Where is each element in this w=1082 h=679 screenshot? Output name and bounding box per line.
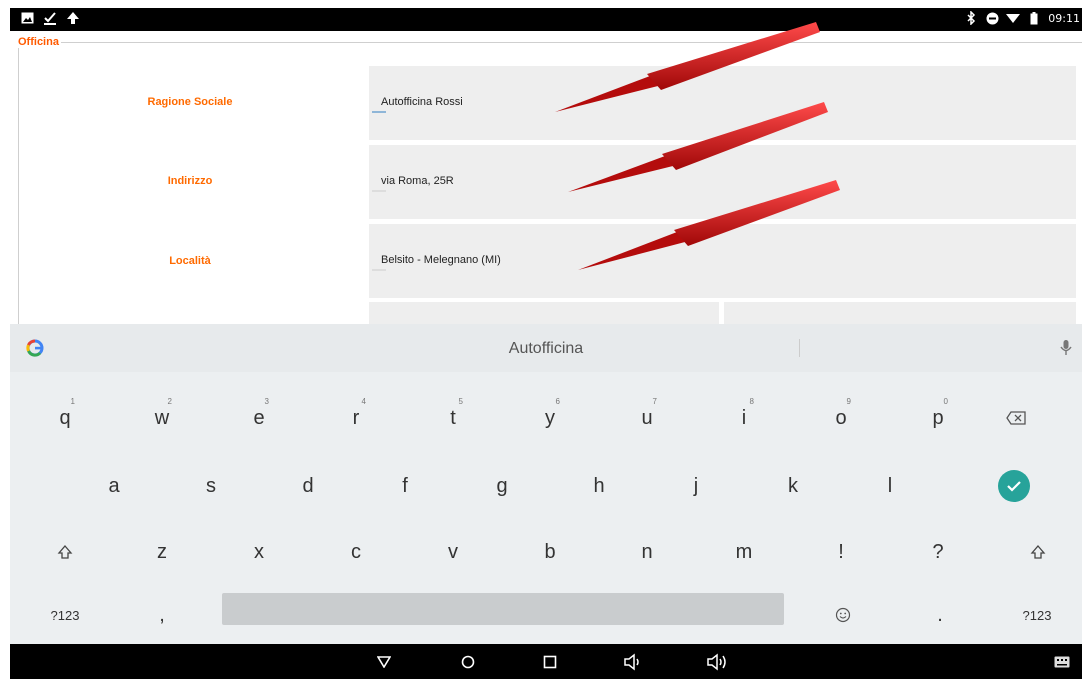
key-s[interactable]: s [163,457,259,515]
home-icon[interactable] [456,651,480,673]
period-key[interactable]: . [892,586,988,644]
key-exclamation[interactable]: ! [793,523,889,581]
key-f[interactable]: f [357,457,453,515]
key-b[interactable]: b [502,523,598,581]
arrow-icon [568,102,828,192]
backspace-icon [1006,411,1026,425]
key-label: i [741,406,747,429]
annotation-arrows [555,22,840,270]
key-label: e [253,406,265,429]
key-hint: 9 [846,397,851,406]
soft-keyboard: Autofficina 1q2w3e4r5t6y7u8i9o0p asdfghj… [10,324,1082,644]
emoji-key[interactable] [795,586,891,644]
emoji-icon [835,607,851,623]
suggestion-word[interactable]: Autofficina [10,340,1082,358]
key-o[interactable]: 9o [793,389,889,447]
key-hint: 8 [749,397,754,406]
enter-key[interactable] [998,470,1030,502]
key-v[interactable]: v [405,523,501,581]
key-r[interactable]: 4r [308,389,404,447]
shift-icon [57,545,73,559]
key-label: r [352,406,360,429]
key-w[interactable]: 2w [114,389,210,447]
arrow-icon [578,180,840,270]
symbols-key-right[interactable]: ?123 [989,586,1082,644]
symbols-key-left[interactable]: ?123 [17,586,113,644]
checkmark-icon [1007,481,1021,492]
key-a[interactable]: a [66,457,162,515]
key-label: p [932,406,944,429]
key-label: t [450,406,456,429]
key-z[interactable]: z [114,523,210,581]
key-label: w [154,406,170,429]
key-label: q [59,406,71,429]
key-label: u [641,406,653,429]
shift-key-right[interactable] [990,523,1082,581]
key-q[interactable]: 1q [17,389,113,447]
key-hint: 4 [361,397,366,406]
shift-key-left[interactable] [17,523,113,581]
volume-down-icon[interactable] [622,651,646,673]
key-t[interactable]: 5t [405,389,501,447]
key-c[interactable]: c [308,523,404,581]
key-l[interactable]: l [842,457,938,515]
backspace-key[interactable] [968,389,1064,447]
key-hint: 7 [652,397,657,406]
space-key[interactable] [222,593,784,625]
key-hint: 6 [555,397,560,406]
key-y[interactable]: 6y [502,389,598,447]
key-label: y [545,406,555,429]
key-n[interactable]: n [599,523,695,581]
key-i[interactable]: 8i [696,389,792,447]
android-screen: 09:11 Officina Ragione Sociale Autoffici… [10,8,1082,679]
key-label: o [835,406,847,429]
key-x[interactable]: x [211,523,307,581]
comma-key[interactable]: , [114,586,210,644]
key-hint: 3 [264,397,269,406]
key-j[interactable]: j [648,457,744,515]
keyboard-icon[interactable] [1050,651,1074,673]
key-u[interactable]: 7u [599,389,695,447]
key-k[interactable]: k [745,457,841,515]
navigation-bar [10,644,1082,679]
key-hint: 5 [458,397,463,406]
suggestion-divider [799,339,800,357]
volume-up-icon[interactable] [706,651,730,673]
key-hint: 1 [70,397,75,406]
microphone-icon[interactable] [1059,339,1073,357]
shift-icon [1030,545,1046,559]
back-icon[interactable] [372,651,396,673]
arrow-icon [555,22,820,112]
key-hint: 2 [167,397,172,406]
key-g[interactable]: g [454,457,550,515]
key-h[interactable]: h [551,457,647,515]
key-hint: 0 [943,397,948,406]
recents-icon[interactable] [538,651,562,673]
key-d[interactable]: d [260,457,356,515]
suggestion-strip: Autofficina [10,324,1082,372]
key-m[interactable]: m [696,523,792,581]
key-question[interactable]: ? [890,523,986,581]
key-e[interactable]: 3e [211,389,307,447]
